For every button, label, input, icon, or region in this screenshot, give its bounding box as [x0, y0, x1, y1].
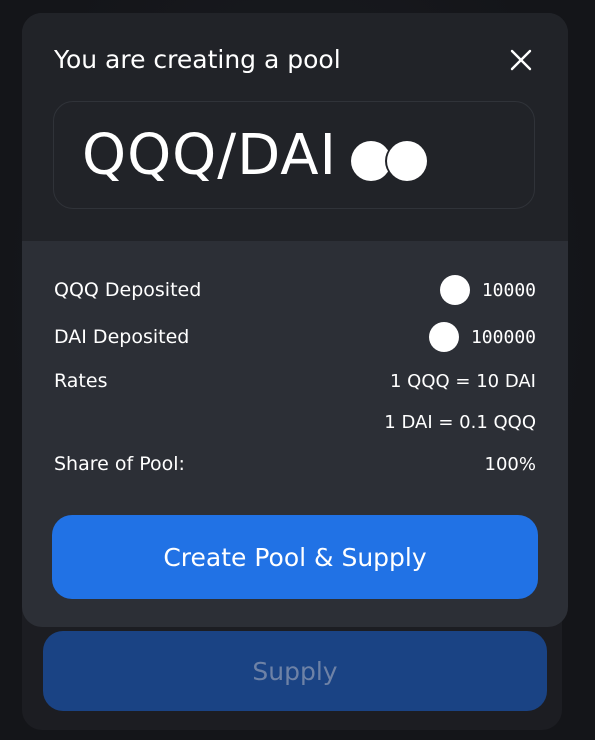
rate-b-value: 1 DAI = 0.1 QQQ	[384, 411, 536, 433]
rate-b-row: 1 DAI = 0.1 QQQ	[54, 407, 536, 437]
modal-header: You are creating a pool QQQ/DAI	[22, 13, 568, 241]
token-b-amount: 100000	[470, 326, 536, 348]
pair-name: QQQ/DAI	[82, 122, 338, 188]
token-b-deposited-label: DAI Deposited	[54, 326, 190, 348]
modal-title: You are creating a pool	[54, 45, 341, 74]
token-a-logo-icon	[439, 275, 470, 305]
create-pool-modal: You are creating a pool QQQ/DAI QQQ Depo…	[22, 13, 568, 627]
supply-button[interactable]: Supply	[43, 631, 547, 711]
pair-logos	[351, 141, 431, 183]
rates-label: Rates	[54, 370, 108, 392]
token-a-amount: 10000	[481, 279, 536, 301]
close-icon[interactable]	[508, 47, 534, 73]
rate-a-value: 1 QQQ = 10 DAI	[390, 370, 536, 392]
token-b-deposited-row: DAI Deposited 100000	[54, 322, 536, 352]
page: Supply You are creating a pool QQQ/DAI Q…	[0, 0, 595, 740]
share-label: Share of Pool:	[54, 453, 185, 475]
rates-row: Rates 1 QQQ = 10 DAI	[54, 366, 536, 396]
token-a-deposited-value: 10000	[439, 275, 536, 305]
create-pool-supply-button[interactable]: Create Pool & Supply	[52, 515, 538, 599]
pair-display: QQQ/DAI	[53, 101, 535, 209]
token-b-logo-icon	[428, 322, 459, 352]
token-b-logo-icon	[387, 141, 428, 181]
share-value: 100%	[484, 453, 536, 475]
token-b-deposited-value: 100000	[428, 322, 536, 352]
token-a-deposited-row: QQQ Deposited 10000	[54, 275, 536, 305]
share-row: Share of Pool: 100%	[54, 449, 536, 479]
token-a-deposited-label: QQQ Deposited	[54, 279, 202, 301]
token-a-logo-icon	[351, 141, 392, 181]
